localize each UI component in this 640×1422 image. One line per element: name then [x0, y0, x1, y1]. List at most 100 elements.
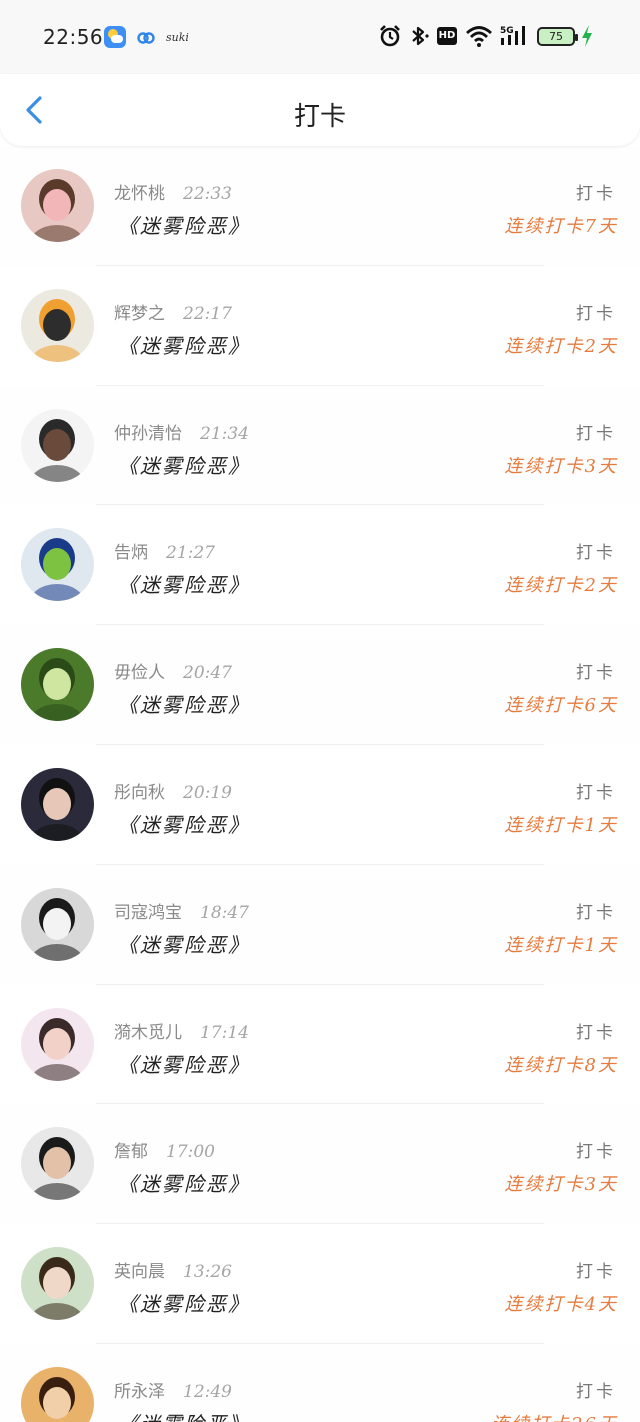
user-meta: 所永泽 12:49 — [114, 1377, 232, 1402]
streak-label: 连续打卡2天 — [504, 335, 618, 357]
checkin-time: 20:47 — [183, 663, 232, 684]
avatar[interactable] — [21, 1127, 94, 1201]
avatar-image — [21, 528, 94, 602]
list-item[interactable]: 仲孙清怡 21:34 《迷雾险恶》 打卡连续打卡3天 — [0, 385, 640, 506]
avatar-image — [21, 1366, 94, 1422]
avatar[interactable] — [21, 1366, 94, 1422]
status-bar: 22:56 suki HD 5G 75 — [0, 0, 640, 74]
book-title[interactable]: 《迷雾险恶》 — [118, 809, 250, 838]
weather-app-icon — [104, 26, 126, 48]
book-title[interactable]: 《迷雾险恶》 — [118, 689, 250, 718]
user-meta: 漪木觅儿 17:14 — [114, 1018, 249, 1043]
checkin-list: 龙怀桃 22:33 《迷雾险恶》 打卡 连续打卡7天 辉梦之 22:17 《迷雾险恶》 打卡 连续… — [0, 146, 640, 1422]
streak-label: 连续打卡1天 — [504, 814, 618, 836]
streak-label: 连续打卡8天 — [504, 1054, 618, 1076]
book-title[interactable]: 《迷雾险恶》 — [118, 210, 250, 239]
streak-label: 连续打卡4天 — [504, 1294, 618, 1316]
streak-label: 连续打卡3天 — [504, 1174, 618, 1196]
avatar[interactable] — [21, 767, 94, 841]
checkin-time: 22:17 — [183, 303, 232, 324]
list-item[interactable]: 司寇鸿宝 18:47 《迷雾险恶》 打卡连续打卡1天 — [0, 864, 640, 985]
avatar[interactable] — [21, 408, 94, 482]
avatar[interactable] — [21, 288, 94, 362]
checkin-label: 打卡 — [576, 663, 616, 684]
book-title[interactable]: 《迷雾险恶》 — [118, 450, 250, 479]
checkin-time: 12:49 — [183, 1381, 232, 1402]
streak-label: 连续打卡1天 — [504, 934, 618, 956]
user-name[interactable]: 英向晨 — [114, 1262, 165, 1282]
top-bar: 打卡 — [0, 74, 640, 146]
hd-badge: HD — [437, 27, 457, 45]
book-title[interactable]: 《迷雾险恶》 — [118, 1168, 250, 1197]
checkin-time: 21:34 — [200, 423, 249, 444]
streak-label: 连续打卡2天 — [504, 575, 618, 597]
avatar-image — [21, 1007, 94, 1081]
avatar[interactable] — [21, 887, 94, 961]
checkin-time: 18:47 — [200, 902, 249, 923]
checkin-time: 21:27 — [166, 543, 215, 564]
avatar-image — [21, 648, 94, 722]
list-item[interactable]: 毋俭人 20:47 《迷雾险恶》 打卡连续打卡6天 — [0, 625, 640, 745]
avatar-image — [21, 169, 94, 242]
user-meta: 仲孙清怡 21:34 — [114, 419, 249, 444]
user-name[interactable]: 漪木觅儿 — [114, 1023, 182, 1043]
avatar-image — [21, 288, 94, 362]
list-item[interactable]: 龙怀桃 22:33 《迷雾险恶》 打卡 连续打卡7天 — [0, 146, 640, 266]
bluetooth-icon — [412, 26, 429, 46]
status-time: 22:56 — [43, 25, 104, 49]
user-name[interactable]: 毋俭人 — [114, 663, 165, 683]
checkin-label: 打卡 — [576, 1022, 616, 1043]
avatar-image — [21, 767, 94, 841]
battery-icon: 75 — [537, 27, 578, 46]
list-item[interactable]: 所永泽 12:49 《迷雾险恶》 打卡连续打卡26天 — [0, 1343, 640, 1422]
list-item[interactable]: 漪木觅儿 17:14 《迷雾险恶》 打卡连续打卡8天 — [0, 984, 640, 1105]
list-item[interactable]: 告炳 21:27 《迷雾险恶》 打卡连续打卡2天 — [0, 505, 640, 626]
list-item[interactable]: 英向晨 13:26 《迷雾险恶》 打卡 连续打卡4天 — [0, 1224, 640, 1344]
avatar[interactable] — [21, 169, 94, 242]
wifi-icon — [466, 26, 492, 47]
checkin-label: 打卡 — [576, 1142, 616, 1163]
book-title[interactable]: 《迷雾险恶》 — [118, 330, 250, 359]
streak-label: 连续打卡6天 — [504, 695, 618, 717]
list-item[interactable]: 彤向秋 20:19 《迷雾险恶》 打卡 连续打卡1天 — [0, 744, 640, 865]
streak-label: 连续打卡3天 — [504, 455, 618, 477]
checkin-label: 打卡 — [576, 902, 616, 923]
user-name[interactable]: 仲孙清怡 — [114, 424, 182, 444]
checkin-label: 打卡 — [576, 303, 616, 324]
user-name[interactable]: 詹郁 — [114, 1142, 148, 1162]
checkin-label: 打卡 — [576, 1381, 616, 1402]
checkin-time: 22:33 — [183, 184, 232, 204]
user-meta: 龙怀桃 22:33 — [114, 179, 232, 204]
user-name[interactable]: 彤向秋 — [114, 783, 165, 803]
avatar-image — [21, 1127, 94, 1201]
checkin-time: 13:26 — [183, 1262, 232, 1283]
checkin-label: 打卡 — [576, 543, 616, 564]
checkin-time: 20:19 — [183, 782, 232, 803]
streak-label: 连续打卡26天 — [491, 1410, 618, 1422]
avatar[interactable] — [21, 1007, 94, 1081]
avatar[interactable] — [21, 528, 94, 602]
book-title[interactable]: 《迷雾险恶》 — [118, 1288, 250, 1317]
user-name[interactable]: 辉梦之 — [114, 304, 165, 324]
checkin-label: 打卡 — [576, 423, 616, 444]
svg-text:5G: 5G — [500, 26, 514, 36]
user-name[interactable]: 龙怀桃 — [114, 184, 165, 204]
avatar[interactable] — [21, 1247, 94, 1321]
user-name[interactable]: 所永泽 — [114, 1382, 165, 1402]
checkin-time: 17:14 — [200, 1022, 249, 1043]
list-item[interactable]: 辉梦之 22:17 《迷雾险恶》 打卡连续打卡2天 — [0, 265, 640, 386]
user-meta: 毋俭人 20:47 — [114, 658, 232, 683]
book-title[interactable]: 《迷雾险恶》 — [118, 1408, 250, 1422]
book-title[interactable]: 《迷雾险恶》 — [118, 569, 250, 598]
list-item[interactable]: 詹郁 17:00 《迷雾险恶》 打卡 连续打卡3天 — [0, 1104, 640, 1225]
avatar[interactable] — [21, 648, 94, 722]
user-meta: 英向晨 13:26 — [114, 1257, 232, 1282]
user-name[interactable]: 告炳 — [114, 543, 148, 563]
book-title[interactable]: 《迷雾险恶》 — [118, 929, 250, 958]
book-title[interactable]: 《迷雾险恶》 — [118, 1049, 250, 1078]
charging-icon — [582, 25, 592, 47]
user-name[interactable]: 司寇鸿宝 — [114, 903, 182, 923]
avatar-image — [21, 1247, 94, 1321]
battery-level: 75 — [549, 30, 563, 43]
streak-label: 连续打卡7天 — [504, 216, 618, 237]
